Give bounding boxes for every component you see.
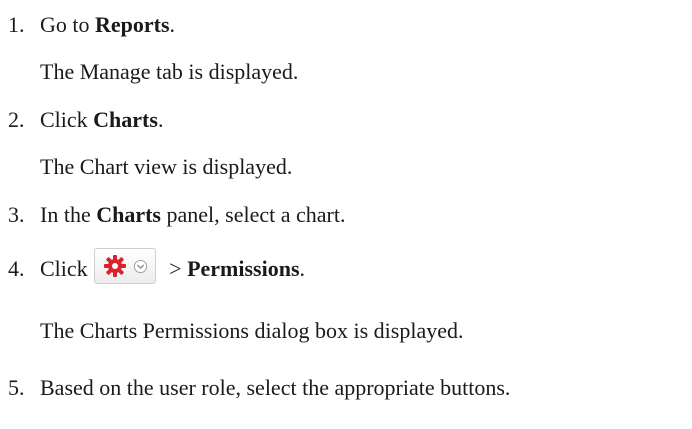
menu-path-separator: > — [163, 256, 188, 281]
step-text: Click > Permissions. — [40, 248, 306, 292]
gear-icon — [103, 255, 126, 277]
step-suffix: . — [169, 12, 176, 37]
step-text: Go to Reports. — [40, 12, 175, 38]
step-number: 4. — [8, 256, 25, 281]
step-suffix: panel, select a chart. — [160, 202, 346, 227]
step-result-text: The Charts Permissions dialog box is dis… — [40, 318, 464, 343]
charts-panel-ref: Charts — [96, 202, 161, 227]
step-prefix: In the — [40, 202, 97, 227]
procedure-steps: 1. Go to Reports. The Manage tab is disp… — [0, 0, 692, 429]
step-number: 5. — [8, 375, 25, 400]
step-text: Click Charts. — [40, 107, 163, 133]
step-prefix: Click — [40, 256, 88, 281]
step-number: 2. — [8, 107, 25, 132]
permissions-menu-item-ref: Permissions — [187, 256, 300, 281]
settings-menu-button[interactable] — [93, 248, 156, 284]
charts-link-ref: Charts — [93, 107, 158, 132]
step-text: Based on the user role, select the appro… — [40, 375, 511, 400]
step-text: In the Charts panel, select a chart. — [40, 202, 345, 228]
step-suffix: . — [157, 107, 164, 132]
step-suffix: . — [299, 256, 306, 281]
step-prefix: Go to — [40, 12, 95, 37]
step-result-text: The Chart view is displayed. — [40, 154, 293, 179]
reports-menu-ref: Reports — [95, 12, 170, 37]
step-number: 3. — [8, 202, 25, 227]
step-prefix: Click — [40, 107, 94, 132]
step-result-text: The Manage tab is displayed. — [40, 59, 299, 84]
step-number: 1. — [8, 12, 25, 37]
chevron-down-icon — [133, 259, 147, 274]
